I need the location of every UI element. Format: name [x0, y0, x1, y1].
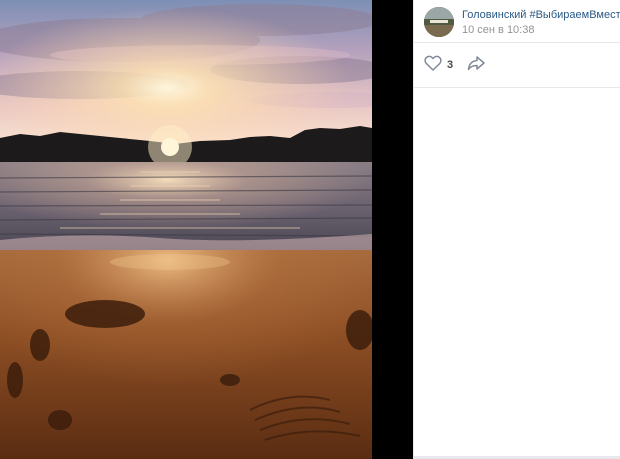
viewer-backdrop	[372, 0, 413, 459]
author-avatar[interactable]	[424, 7, 454, 37]
sunset-beach-photo[interactable]	[0, 0, 372, 459]
author-block: Головинский #ВыбираемВместе 10 сен в 10:…	[462, 8, 620, 37]
photo-viewer: Головинский #ВыбираемВместе 10 сен в 10:…	[0, 0, 620, 459]
share-button[interactable]	[467, 55, 485, 76]
post-actions: 3	[414, 43, 620, 88]
post-date[interactable]: 10 сен в 10:38	[462, 23, 612, 37]
like-button[interactable]: 3	[424, 55, 453, 76]
post-header: Головинский #ВыбираемВместе 10 сен в 10:…	[414, 0, 620, 43]
share-arrow-icon	[467, 55, 485, 76]
like-count: 3	[447, 59, 454, 71]
post-side-panel: Головинский #ВыбираемВместе 10 сен в 10:…	[413, 0, 620, 459]
heart-outline-icon	[424, 55, 442, 76]
author-name-link[interactable]: Головинский #ВыбираемВместе	[462, 8, 620, 22]
